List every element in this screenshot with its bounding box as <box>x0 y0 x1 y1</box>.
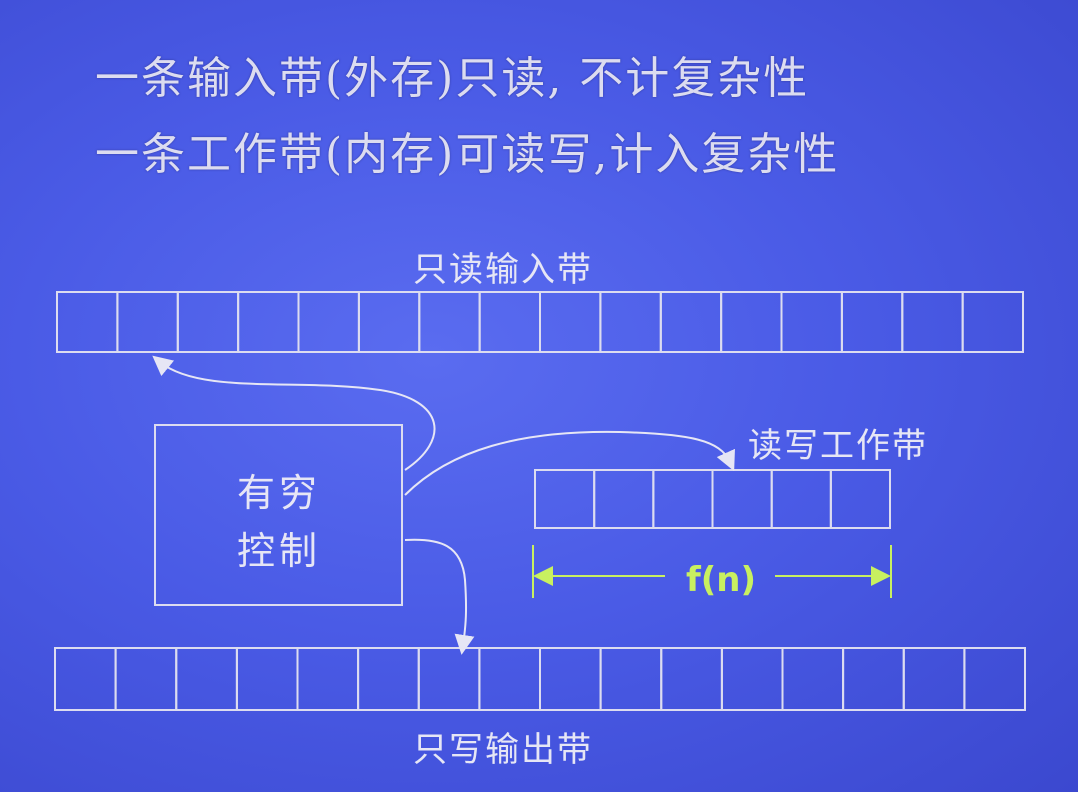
work-tape-cell <box>652 469 714 529</box>
output-tape-cell <box>175 647 238 711</box>
input-tape-cell <box>237 291 300 353</box>
slide: 一条输入带(外存)只读, 不计复杂性 一条工作带(内存)可读写,计入复杂性 只读… <box>0 0 1078 792</box>
tm-diagram <box>54 291 1027 711</box>
work-size-label: f(n) <box>685 560 757 600</box>
input-tape-cell <box>539 291 602 353</box>
input-tape-cell <box>357 291 421 353</box>
output-tape-cell <box>357 647 420 711</box>
input-tape-cell <box>116 291 179 353</box>
output-tape-cell <box>114 647 178 711</box>
input-tape-cell <box>599 291 662 353</box>
output-tape-cell <box>539 647 602 711</box>
work-tape-cell <box>770 469 832 529</box>
output-tape-cell <box>296 647 360 711</box>
input-tape-cell <box>961 291 1024 353</box>
input-tape-cell <box>901 291 964 353</box>
input-tape-cell <box>720 291 783 353</box>
output-tape-cell <box>54 647 117 711</box>
output-tape-cell <box>902 647 966 711</box>
output-tape-cell <box>660 647 723 711</box>
input-tape-cell <box>659 291 723 353</box>
output-tape-cell <box>478 647 541 711</box>
output-tape-cell <box>417 647 481 711</box>
input-tape-cell <box>418 291 481 353</box>
output-tape-cell <box>781 647 845 711</box>
output-tape-cell <box>235 647 299 711</box>
input-head-arrow <box>152 355 436 471</box>
input-tape-cell <box>780 291 843 353</box>
control-label-line-1: 有穷 <box>236 471 321 515</box>
input-tape-cell <box>478 291 542 353</box>
work-tape-cell <box>593 469 655 529</box>
input-tape <box>56 291 1024 353</box>
output-tape-cell <box>842 647 905 711</box>
input-tape-cell <box>840 291 904 353</box>
control-label-line-2: 控制 <box>236 529 321 573</box>
input-tape-cell <box>297 291 360 353</box>
work-head-arrow <box>404 430 735 496</box>
input-tape-cell <box>176 291 240 353</box>
work-tape-cell <box>711 469 773 529</box>
input-tape-cell <box>56 291 119 353</box>
work-tape-cell <box>534 469 596 529</box>
work-tape <box>534 469 891 529</box>
work-tape-cell <box>829 469 891 529</box>
output-tape-cell <box>963 647 1027 711</box>
output-head-arrow <box>404 538 475 655</box>
output-tape-cell <box>720 647 784 711</box>
output-tape <box>54 647 1027 711</box>
output-tape-cell <box>599 647 663 711</box>
